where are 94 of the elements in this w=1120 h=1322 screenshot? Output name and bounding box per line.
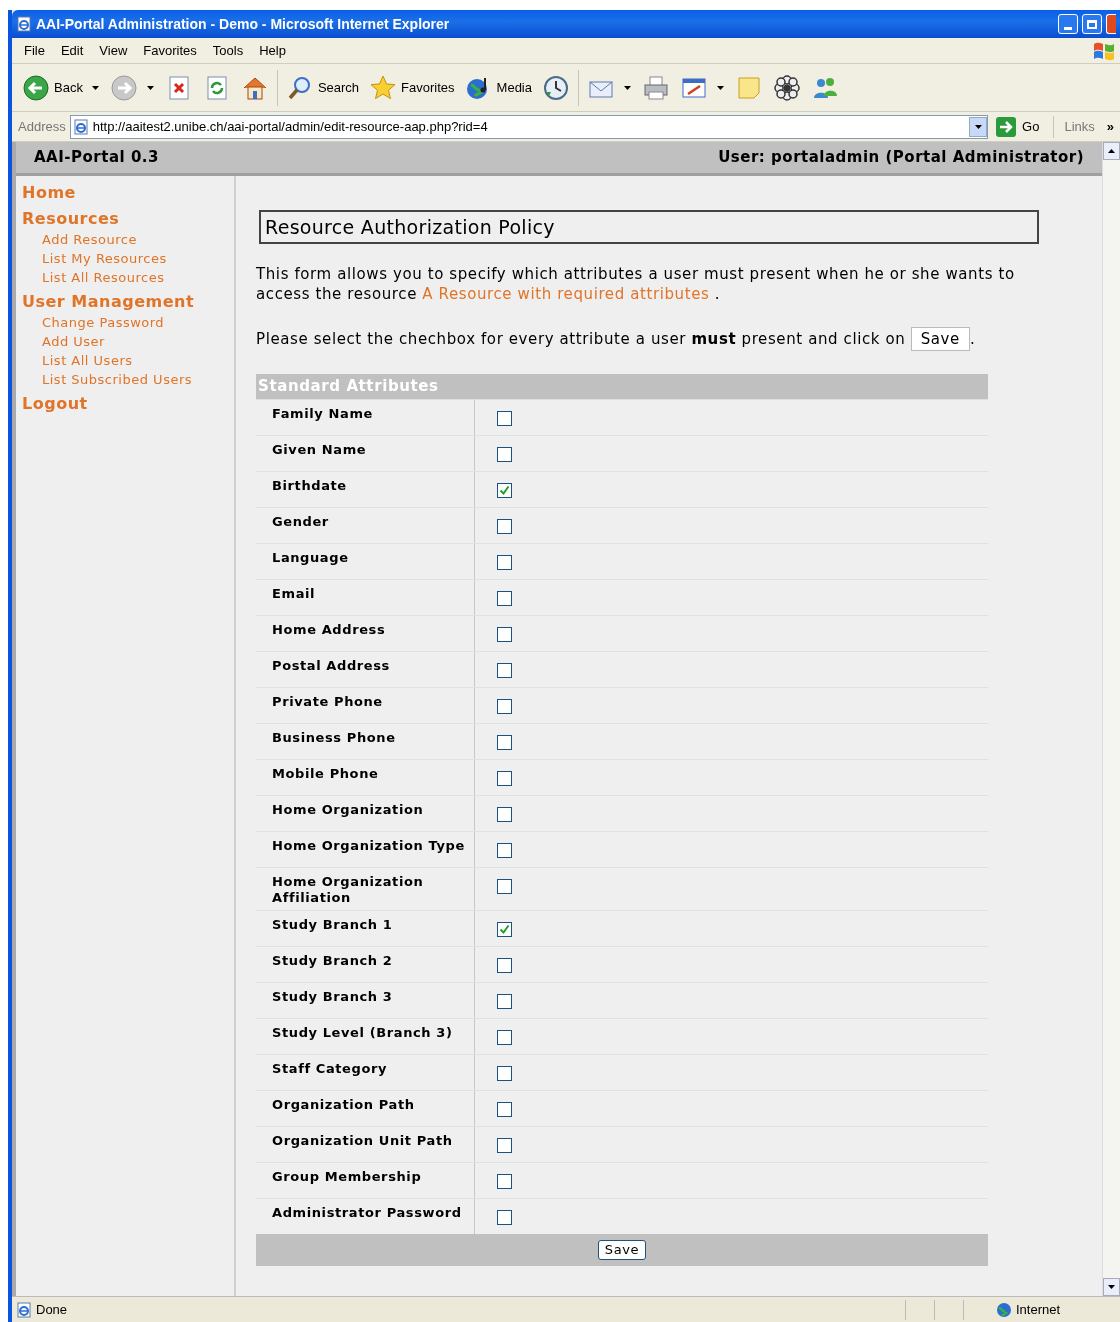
more-button[interactable]: » xyxy=(1106,116,1114,137)
attribute-checkbox[interactable] xyxy=(497,994,512,1009)
menu-item[interactable]: View xyxy=(93,40,134,61)
attribute-name: Home Address xyxy=(272,622,387,638)
page-heading: Resource Authorization Policy xyxy=(259,210,1039,244)
attribute-checkbox[interactable] xyxy=(497,627,512,642)
attribute-checkbox[interactable] xyxy=(497,699,512,714)
attribute-checkbox[interactable] xyxy=(497,879,512,894)
page-icon xyxy=(16,1301,32,1318)
caret-icon xyxy=(1108,1285,1115,1289)
attribute-checkbox[interactable] xyxy=(497,483,512,498)
attribute-checkbox[interactable] xyxy=(497,1174,512,1189)
attribute-checkbox[interactable] xyxy=(497,807,512,822)
attribute-name: Home Organization Type xyxy=(272,838,466,854)
browser-icon xyxy=(16,16,32,32)
toolbar-button[interactable]: Media xyxy=(462,73,534,102)
address-field[interactable]: http://aaitest2.unibe.ch/aai-portal/admin/edit-resource-aap.php?rid=4 xyxy=(69,114,989,139)
attribute-checkbox[interactable] xyxy=(497,922,512,937)
save-button[interactable]: Save xyxy=(910,327,970,351)
attribute-name: Email xyxy=(272,586,317,602)
app-title: AAI-Portal 0.3 xyxy=(34,147,159,169)
flower-icon xyxy=(773,73,801,102)
status-text: Done xyxy=(36,1300,69,1319)
minimize-button[interactable] xyxy=(1058,14,1078,34)
menu-item[interactable]: Tools xyxy=(206,40,250,61)
attribute-name: Organization Unit Path xyxy=(272,1133,454,1149)
go-button[interactable]: Go xyxy=(992,116,1044,137)
toolbar-button[interactable]: Search xyxy=(283,73,362,102)
attribute-checkbox[interactable] xyxy=(497,771,512,786)
attribute-name: Home Organization Affiliation xyxy=(272,874,425,906)
attribute-name: Home Organization xyxy=(272,802,425,818)
toolbar-button[interactable] xyxy=(771,73,803,102)
attribute-name: Staff Category xyxy=(272,1061,389,1077)
table-title: Standard Attributes xyxy=(257,376,440,398)
attribute-checkbox[interactable] xyxy=(497,843,512,858)
close-button[interactable] xyxy=(1106,14,1116,34)
attribute-name: Study Branch 3 xyxy=(272,989,394,1005)
menu-item[interactable]: Help xyxy=(253,40,292,61)
attribute-name: Organization Path xyxy=(272,1097,416,1113)
attribute-name: Study Level (Branch 3) xyxy=(272,1025,454,1041)
attribute-name: Birthdate xyxy=(272,478,348,494)
page-icon xyxy=(72,118,89,135)
attribute-checkbox[interactable] xyxy=(497,1138,512,1153)
scrollbar[interactable] xyxy=(1102,142,1120,1296)
attribute-checkbox[interactable] xyxy=(497,447,512,462)
instruction-text: Please select the chechbox for every attribute a user must present and click on Save . xyxy=(256,326,1042,352)
caret-icon xyxy=(1108,149,1115,153)
attribute-name: Study Branch 1 xyxy=(272,917,394,933)
zone-label: Internet xyxy=(1016,1300,1062,1319)
attribute-name: Study Branch 2 xyxy=(272,953,394,969)
attribute-name: Given Name xyxy=(272,442,368,458)
attribute-checkbox[interactable] xyxy=(497,591,512,606)
toolbar-button[interactable]: Favorites xyxy=(367,73,457,102)
user-label: User: portaladmin (Portal Administrator) xyxy=(718,147,1084,169)
attribute-name: Private Phone xyxy=(272,694,384,710)
attribute-checkbox[interactable] xyxy=(497,1102,512,1117)
maximize-button[interactable] xyxy=(1082,14,1102,34)
attribute-name: Postal Address xyxy=(272,658,391,674)
attribute-name: Family Name xyxy=(272,406,374,422)
globe-icon xyxy=(996,1301,1012,1318)
attribute-checkbox[interactable] xyxy=(497,663,512,678)
menu-item[interactable]: File xyxy=(18,40,51,61)
intro-text: This form allows you to specify which attributes a user must present when he or she wants to access the resource A Resource with required attributes . xyxy=(256,264,1016,304)
attribute-checkbox[interactable] xyxy=(497,958,512,973)
attribute-name: Group Membership xyxy=(272,1169,423,1185)
attribute-name: Administrator Password xyxy=(272,1205,463,1221)
attribute-checkbox[interactable] xyxy=(497,1030,512,1045)
dropdown-button[interactable] xyxy=(714,85,727,90)
printer-icon xyxy=(642,73,670,102)
caret-icon xyxy=(91,85,99,90)
toolbar-button[interactable]: Back xyxy=(20,73,85,102)
caret-icon xyxy=(717,85,724,90)
links-button[interactable]: Links xyxy=(1064,116,1095,137)
attribute-checkbox[interactable] xyxy=(497,735,512,750)
attribute-name: Language xyxy=(272,550,350,566)
attribute-checkbox[interactable] xyxy=(497,555,512,570)
windows-flag-icon xyxy=(1092,40,1116,61)
attribute-checkbox[interactable] xyxy=(497,519,512,534)
attribute-checkbox[interactable] xyxy=(497,1066,512,1081)
menu-item[interactable]: Edit xyxy=(54,40,90,61)
caret-icon xyxy=(146,85,154,90)
menu-item[interactable]: Favorites xyxy=(137,40,203,61)
caret-icon xyxy=(974,124,982,129)
window-title: AAI-Portal Administration - Demo - Microsoft Internet Explorer xyxy=(36,14,450,34)
attribute-checkbox[interactable] xyxy=(497,411,512,426)
save-button[interactable]: Save xyxy=(597,1240,647,1260)
dropdown-button[interactable] xyxy=(621,85,634,90)
attribute-name: Mobile Phone xyxy=(272,766,380,782)
address-label: Address xyxy=(18,117,66,136)
attribute-name: Gender xyxy=(272,514,330,530)
star-icon xyxy=(369,73,398,102)
attribute-name: Business Phone xyxy=(272,730,397,746)
caret-icon xyxy=(624,85,631,90)
attribute-checkbox[interactable] xyxy=(497,1210,512,1225)
